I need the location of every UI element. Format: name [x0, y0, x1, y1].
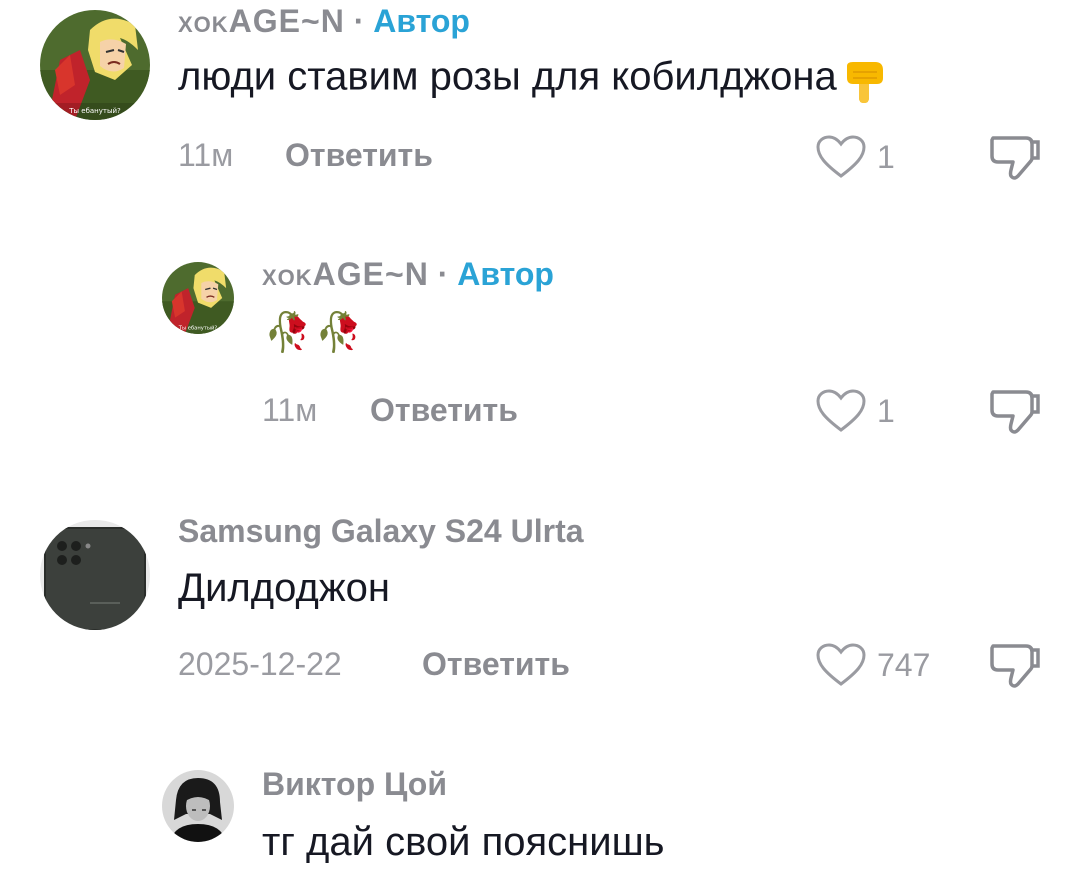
author-badge: Автор: [373, 3, 470, 39]
comment-time: 11м: [262, 392, 318, 428]
heart-outline-icon: [816, 389, 866, 432]
reply-button[interactable]: Ответить: [370, 392, 518, 429]
dislike-button[interactable]: [988, 638, 1042, 697]
like-button[interactable]: 1: [815, 388, 895, 434]
comment-time: 11м: [178, 137, 234, 173]
username-text: xoκAGE~N: [262, 256, 429, 292]
comment-time: 2025-12-22: [178, 646, 342, 682]
avatar[interactable]: [40, 520, 150, 630]
thumbs-down-icon: [990, 390, 1040, 434]
like-button[interactable]: 747: [815, 642, 930, 688]
wilted-rose-emoji: 🥀🥀: [264, 310, 367, 354]
heart-outline-icon: [816, 643, 866, 686]
comment-text: 🥀🥀: [264, 304, 367, 361]
comment-text: Дилдоджон: [178, 566, 390, 610]
username-text: xoκAGE~N: [178, 3, 345, 39]
heart-outline-icon: [816, 135, 866, 178]
reply-button[interactable]: Ответить: [285, 137, 433, 174]
separator: ·: [353, 3, 365, 39]
comment-text-body: люди ставим розы для кобилджона: [178, 54, 837, 99]
reply-button[interactable]: Ответить: [422, 646, 570, 683]
avatar-caption: Ты ебанутый?: [178, 324, 218, 331]
dislike-button[interactable]: [988, 130, 1042, 189]
avatar[interactable]: [162, 770, 234, 842]
avatar[interactable]: Ты ебанутый?: [162, 262, 234, 334]
like-count: 1: [877, 138, 895, 175]
avatar-caption: Ты ебанутый?: [68, 107, 121, 115]
username[interactable]: xoκAGE~N · Автор: [178, 3, 470, 40]
reply-comment-item: Ты ебанутый? xoκAGE~N · Автор 🥀🥀 11м Отв…: [0, 250, 1080, 460]
like-count: 1: [877, 392, 895, 429]
like-button[interactable]: 1: [815, 134, 895, 180]
comment-text: люди ставим розы для кобилджона: [178, 54, 889, 104]
username[interactable]: Виктор Цой: [262, 766, 447, 803]
dislike-button[interactable]: [988, 384, 1042, 443]
username[interactable]: xoκAGE~N · Автор: [262, 256, 554, 293]
comment-item: Samsung Galaxy S24 Ulrta Дилдоджон 2025-…: [0, 510, 1080, 720]
comment-text: тг дай свой пояснишь: [262, 820, 665, 864]
like-count: 747: [877, 646, 931, 683]
avatar[interactable]: Ты ебанутый?: [40, 10, 150, 120]
point-down-emoji: [839, 54, 889, 104]
author-badge: Автор: [457, 256, 554, 292]
thumbs-down-icon: [990, 136, 1040, 180]
separator: ·: [437, 256, 449, 292]
thumbs-down-icon: [990, 644, 1040, 688]
reply-comment-item: Виктор Цой тг дай свой пояснишь: [0, 760, 1080, 872]
comment-item: Ты ебанутый? xoκAGE~N · Автор люди стави…: [0, 0, 1080, 210]
username[interactable]: Samsung Galaxy S24 Ulrta: [178, 513, 584, 550]
